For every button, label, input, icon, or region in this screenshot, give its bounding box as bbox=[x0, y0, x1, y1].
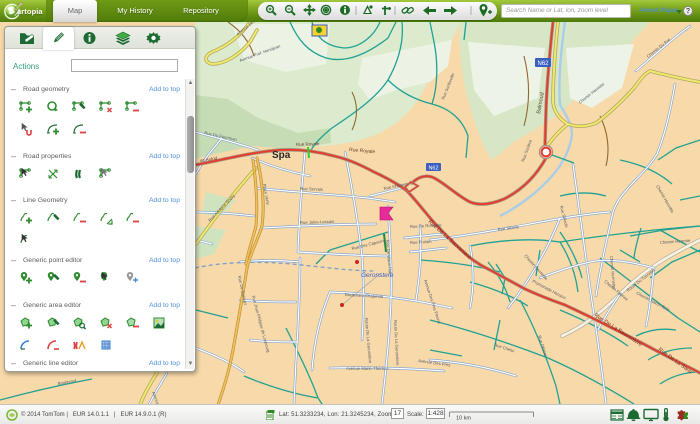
svg-text:N62: N62 bbox=[428, 166, 438, 172]
svg-text:Avenue Marie-Thérèse: Avenue Marie-Thérèse bbox=[346, 366, 389, 371]
svg-text:Rue Servais: Rue Servais bbox=[300, 186, 323, 192]
svg-text:Rue Royale: Rue Royale bbox=[296, 141, 320, 147]
svg-text:10 km: 10 km bbox=[456, 416, 471, 422]
svg-text:Spa: Spa bbox=[272, 150, 291, 161]
svg-text:N62: N62 bbox=[537, 61, 549, 67]
